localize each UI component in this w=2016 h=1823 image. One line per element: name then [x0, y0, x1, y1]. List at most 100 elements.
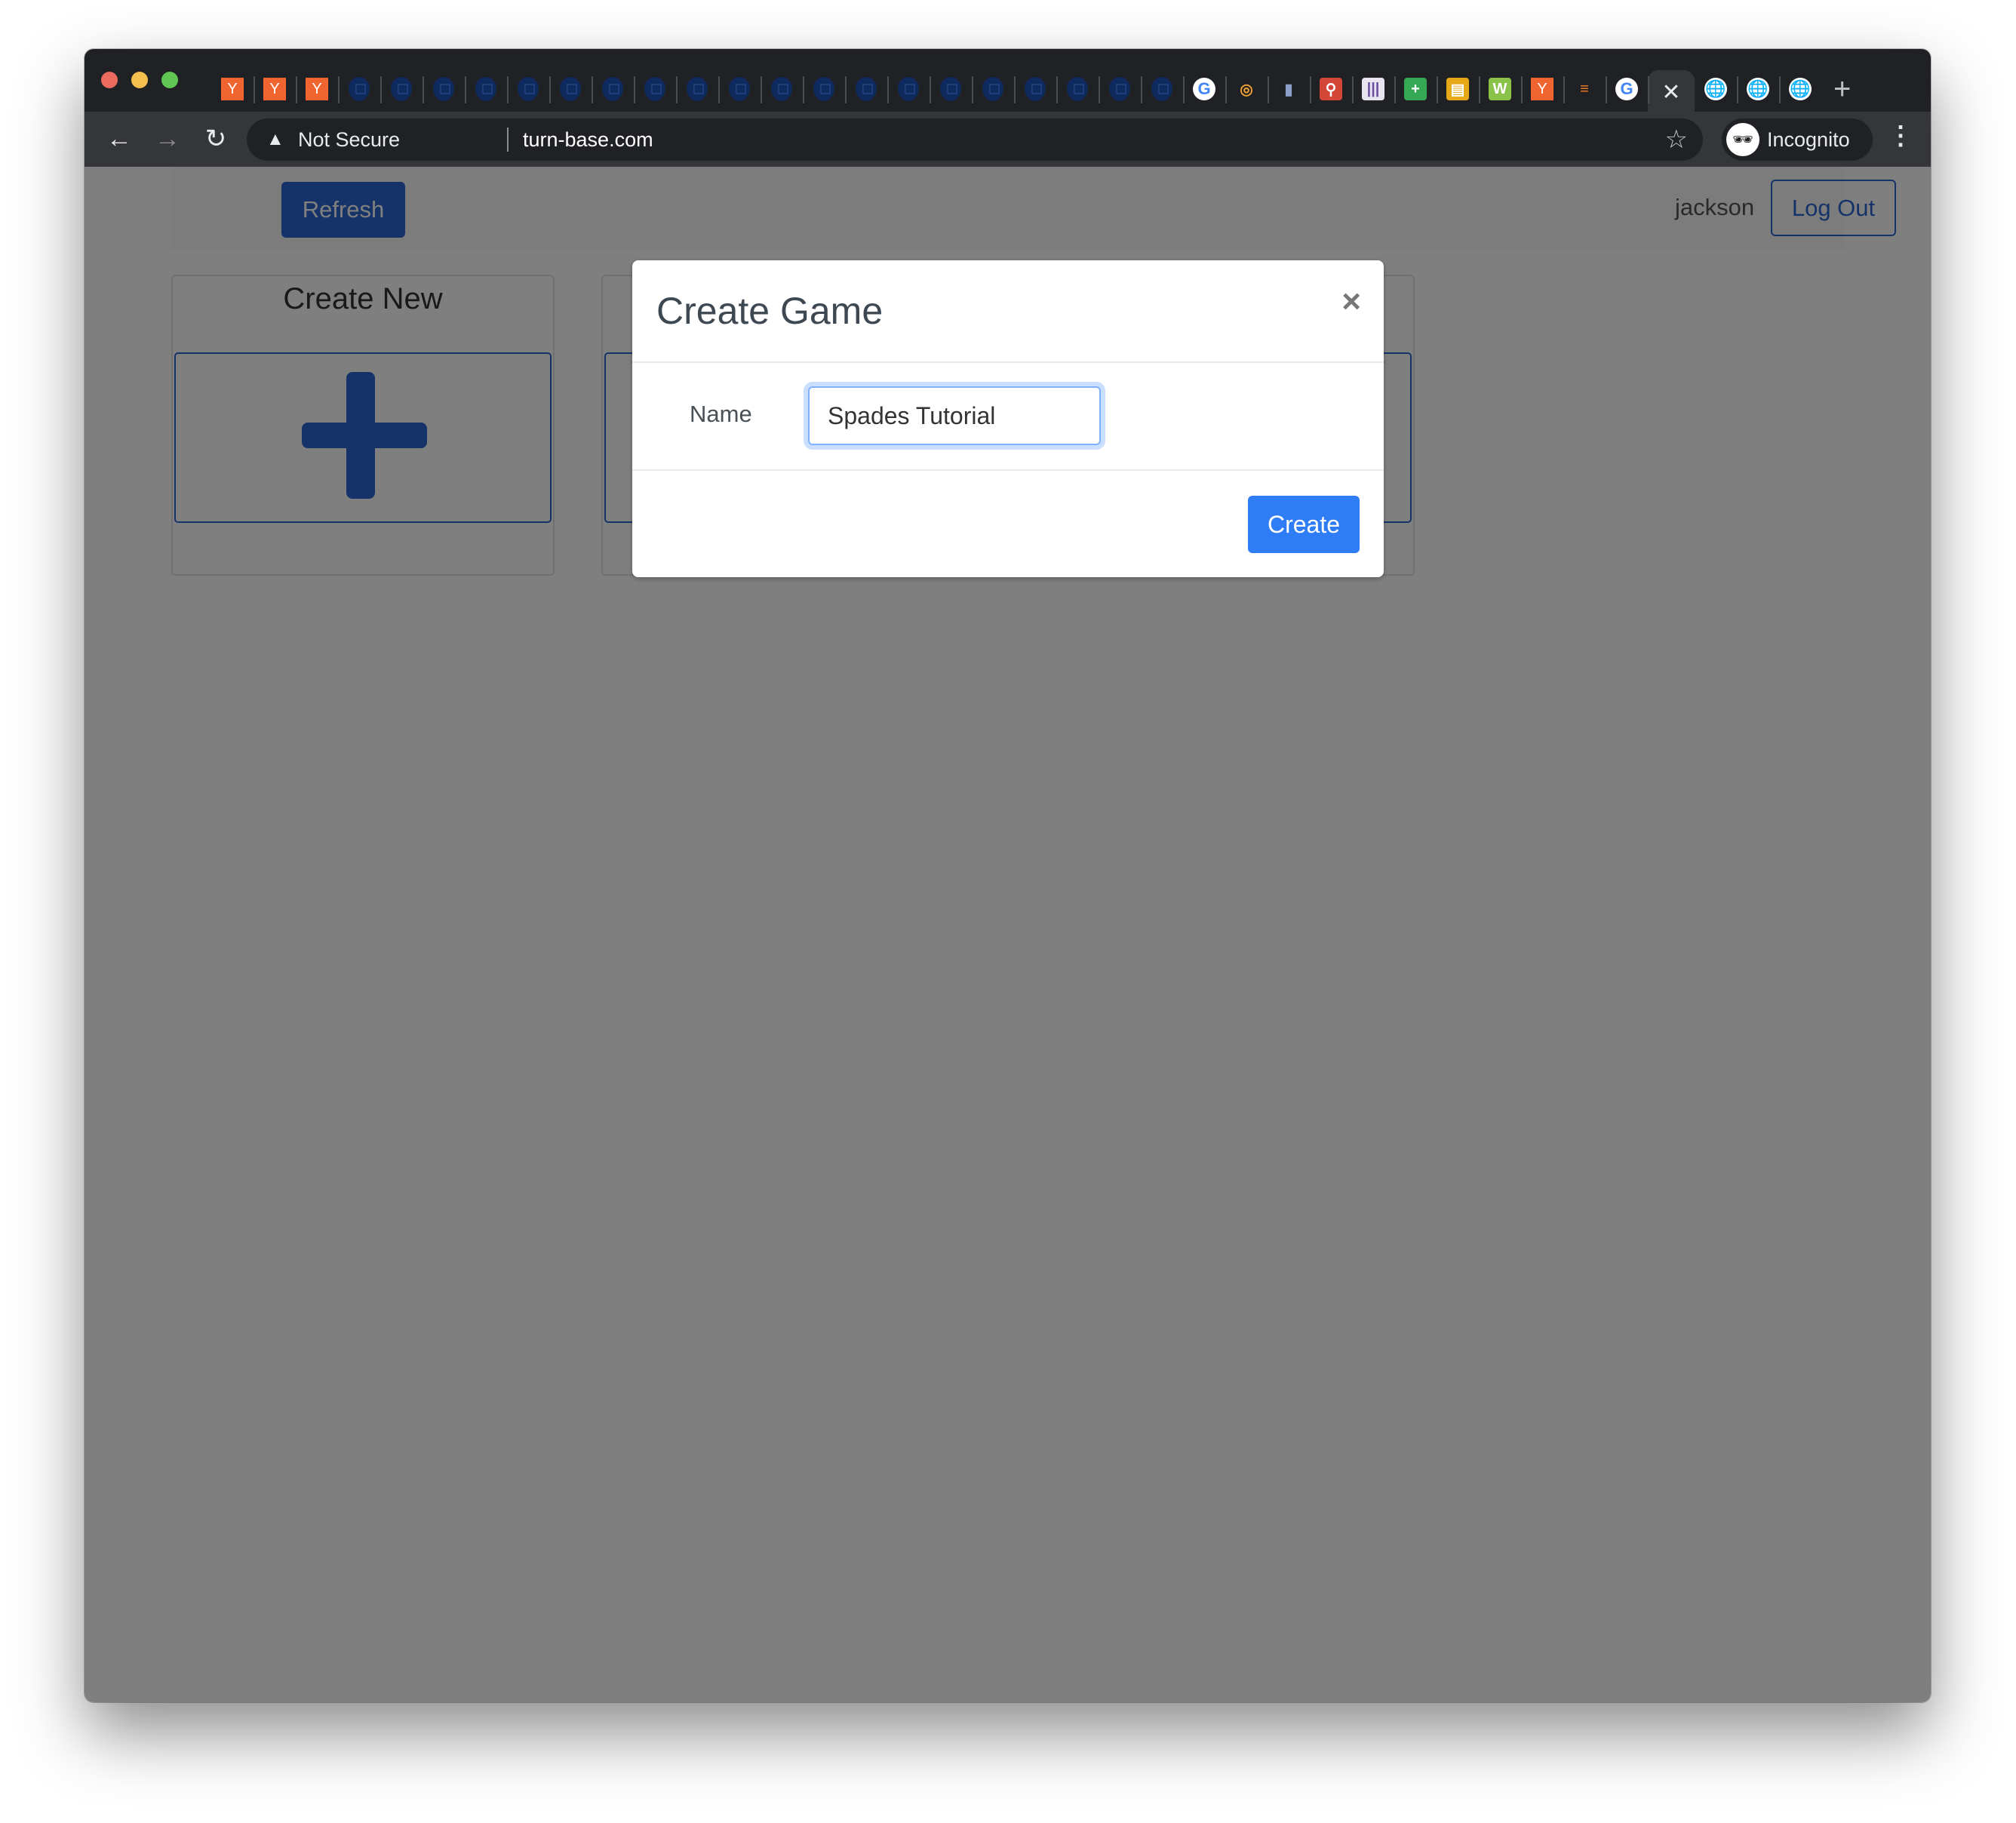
- browser-tab[interactable]: [972, 70, 1014, 108]
- chat-bubble-icon: [1067, 77, 1088, 101]
- close-icon[interactable]: ×: [1341, 283, 1361, 321]
- name-label: Name: [690, 401, 752, 427]
- modal-body: Name: [632, 363, 1384, 471]
- sheets-plus-icon: +: [1404, 78, 1427, 100]
- create-button[interactable]: Create: [1248, 496, 1360, 553]
- chat-bubble-icon: [349, 77, 370, 101]
- hacker-news-icon: Y: [306, 78, 328, 100]
- browser-tab[interactable]: [338, 70, 380, 108]
- browser-tab[interactable]: [380, 70, 423, 108]
- page-content: Refresh jackson Log Out Create New Detai…: [85, 167, 1931, 1702]
- browser-tab[interactable]: ▮: [1268, 70, 1310, 108]
- chat-bubble-icon: [687, 77, 708, 101]
- name-input[interactable]: [808, 386, 1101, 445]
- bookmark-star-icon[interactable]: ☆: [1665, 125, 1688, 155]
- chat-bubble-icon: [1151, 77, 1172, 101]
- browser-tab[interactable]: [549, 70, 592, 108]
- tab-bar: Y Y Y G ◎ ▮ ⚲ ||| + ▤ W Y ≡ G ✕ 🌐 🌐 🌐 +: [85, 49, 1931, 114]
- browser-tab[interactable]: ⚲: [1310, 70, 1352, 108]
- chat-bubble-icon: [475, 77, 496, 101]
- browser-tab[interactable]: [507, 70, 549, 108]
- chat-bubble-icon: [391, 77, 412, 101]
- chat-bubble-icon: [433, 77, 454, 101]
- reload-icon[interactable]: ↻: [199, 122, 232, 155]
- incognito-indicator[interactable]: 🕶 Incognito: [1722, 118, 1873, 161]
- browser-tab[interactable]: [1099, 70, 1141, 108]
- browser-tab[interactable]: 🌐: [1779, 70, 1821, 108]
- chat-bubble-icon: [813, 77, 834, 101]
- browser-tab[interactable]: [803, 70, 845, 108]
- browser-tab[interactable]: W: [1479, 70, 1521, 108]
- browser-tab[interactable]: Y: [254, 70, 296, 108]
- chat-bubble-icon: [771, 77, 792, 101]
- browser-tab[interactable]: [465, 70, 507, 108]
- incognito-label: Incognito: [1767, 128, 1850, 151]
- w-logo-icon: W: [1489, 78, 1511, 100]
- stack-overflow-icon: ≡: [1580, 80, 1589, 97]
- chat-bubble-icon: [940, 77, 961, 101]
- chat-bubble-icon: [1025, 77, 1046, 101]
- browser-tab[interactable]: [761, 70, 803, 108]
- modal-title: Create Game: [656, 290, 884, 332]
- new-tab-button[interactable]: +: [1833, 70, 1851, 108]
- modal-header: Create Game ×: [632, 260, 1384, 363]
- maximize-window-button[interactable]: [161, 72, 178, 88]
- browser-tab[interactable]: [718, 70, 761, 108]
- ring-logo-icon: ◎: [1240, 81, 1253, 98]
- browser-tab[interactable]: Y: [211, 70, 254, 108]
- forward-icon[interactable]: →: [151, 122, 184, 155]
- chat-bubble-icon: [644, 77, 665, 101]
- security-label[interactable]: Not Secure: [298, 128, 400, 152]
- chat-bubble-icon: [982, 77, 1003, 101]
- browser-tab[interactable]: Y: [296, 70, 338, 108]
- chat-bubble-icon: [602, 77, 623, 101]
- browser-tab[interactable]: ▤: [1437, 70, 1479, 108]
- globe-icon: 🌐: [1789, 78, 1812, 100]
- browser-tab[interactable]: [887, 70, 930, 108]
- chat-bubble-icon: [1109, 77, 1130, 101]
- hacker-news-icon: Y: [1531, 78, 1553, 100]
- browser-menu-icon[interactable]: ⋮: [1888, 121, 1913, 151]
- hacker-news-icon: Y: [263, 78, 286, 100]
- chat-bubble-icon: [518, 77, 539, 101]
- browser-tab[interactable]: G: [1183, 70, 1225, 108]
- maps-pin-icon: ⚲: [1320, 78, 1342, 100]
- browser-tab[interactable]: +: [1394, 70, 1437, 108]
- browser-tab[interactable]: [1014, 70, 1056, 108]
- browser-tab[interactable]: [845, 70, 887, 108]
- back-icon[interactable]: ←: [103, 122, 136, 155]
- tab-strip: Y Y Y G ◎ ▮ ⚲ ||| + ▤ W Y ≡ G ✕ 🌐 🌐 🌐 +: [211, 70, 1851, 114]
- chat-bubble-icon: [856, 77, 877, 101]
- minimize-window-button[interactable]: [131, 72, 148, 88]
- chart-badge-icon: ▤: [1446, 78, 1469, 100]
- browser-tab[interactable]: [676, 70, 718, 108]
- toolbar: ← → ↻ ▲ Not Secure turn-base.com ☆ 🕶 Inc…: [85, 112, 1931, 167]
- address-bar[interactable]: ▲ Not Secure turn-base.com ☆: [247, 118, 1703, 161]
- browser-tab[interactable]: ≡: [1563, 70, 1606, 108]
- browser-tab[interactable]: |||: [1352, 70, 1394, 108]
- globe-icon: 🌐: [1704, 78, 1727, 100]
- url-text[interactable]: turn-base.com: [523, 128, 653, 152]
- browser-window: Y Y Y G ◎ ▮ ⚲ ||| + ▤ W Y ≡ G ✕ 🌐 🌐 🌐 + ← → ↻ ▲ Not Secure…: [85, 49, 1931, 1702]
- columns-icon: |||: [1362, 78, 1384, 100]
- browser-tab[interactable]: [634, 70, 676, 108]
- browser-tab[interactable]: [1056, 70, 1099, 108]
- browser-tab[interactable]: [423, 70, 465, 108]
- incognito-icon: 🕶: [1726, 123, 1759, 156]
- create-game-modal: Create Game × Name Create: [632, 260, 1384, 577]
- close-window-button[interactable]: [101, 72, 118, 88]
- google-icon: G: [1615, 78, 1638, 100]
- browser-tab[interactable]: 🌐: [1695, 70, 1737, 108]
- browser-tab[interactable]: [592, 70, 634, 108]
- divider: [507, 128, 509, 152]
- browser-tab[interactable]: 🌐: [1737, 70, 1779, 108]
- browser-tab[interactable]: [930, 70, 972, 108]
- browser-tab[interactable]: G: [1606, 70, 1648, 108]
- browser-tab[interactable]: ◎: [1225, 70, 1268, 108]
- browser-tab[interactable]: [1141, 70, 1183, 108]
- warning-icon: ▲: [266, 129, 284, 149]
- browser-tab[interactable]: Y: [1521, 70, 1563, 108]
- close-icon[interactable]: ✕: [1661, 79, 1680, 106]
- browser-tab[interactable]: ✕: [1648, 70, 1695, 114]
- hacker-news-icon: Y: [221, 78, 244, 100]
